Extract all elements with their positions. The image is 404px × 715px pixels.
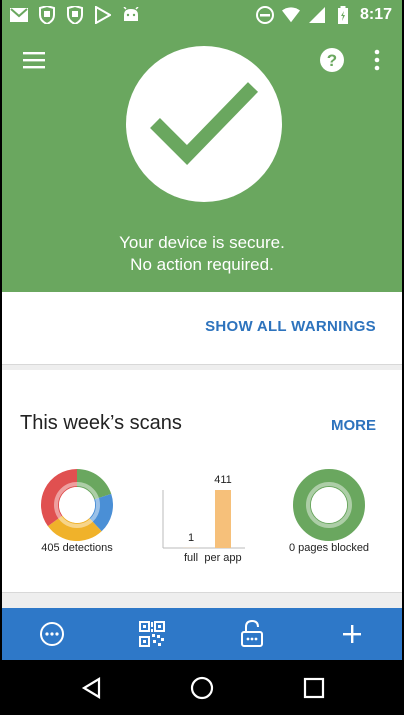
back-icon[interactable] [80, 676, 104, 700]
chat-icon[interactable] [38, 620, 66, 648]
more-button[interactable]: MORE [331, 417, 376, 434]
svg-text:?: ? [327, 51, 337, 70]
play-store-icon [94, 6, 112, 24]
pages-blocked-donut-chart[interactable] [292, 468, 366, 542]
shield-icon [38, 6, 56, 24]
recents-icon[interactable] [302, 676, 326, 700]
pages-blocked-donut-hole [311, 487, 347, 523]
security-status-header: ? Your device is secure. No action requi… [2, 30, 402, 292]
scan-type-bar-chart[interactable]: 1 411 full per app [157, 474, 247, 568]
security-message: Your device is secure. No action require… [2, 232, 402, 276]
detections-donut-chart[interactable] [40, 468, 114, 542]
overflow-menu-icon[interactable] [370, 48, 384, 72]
unlock-icon[interactable] [238, 620, 266, 648]
warnings-card: SHOW ALL WARNINGS [2, 292, 402, 365]
home-icon[interactable] [190, 676, 214, 700]
screen: 8:17 ? Your device is secure. No action … [2, 0, 402, 715]
menu-icon[interactable] [20, 48, 48, 72]
system-status-icons: 8:17 [255, 6, 392, 24]
shield-icon [66, 6, 84, 24]
security-message-line2: No action required. [130, 255, 274, 274]
system-navigation-bar [2, 660, 402, 715]
bar-value-full: 1 [187, 531, 195, 544]
help-icon[interactable]: ? [319, 47, 345, 73]
signal-icon [308, 6, 326, 24]
wifi-icon [281, 6, 300, 24]
bar-per-app [215, 490, 231, 548]
battery-icon [334, 6, 352, 24]
qr-code-icon[interactable] [138, 620, 166, 648]
notification-icons [10, 6, 140, 24]
bar-value-per-app: 411 [214, 474, 232, 486]
gmail-icon [10, 6, 28, 24]
do-not-disturb-icon [255, 6, 274, 24]
status-bar: 8:17 [2, 0, 402, 30]
checkmark-icon [150, 82, 259, 165]
pages-blocked-label: 0 pages blocked [288, 542, 370, 554]
security-message-line1: Your device is secure. [119, 233, 285, 252]
device-frame: 8:17 ? Your device is secure. No action … [0, 0, 404, 715]
detections-label: 405 detections [41, 542, 113, 554]
bar-category-per-app: per app [204, 552, 242, 564]
detections-donut-hole [59, 487, 95, 523]
show-all-warnings-button[interactable]: SHOW ALL WARNINGS [205, 318, 376, 335]
secure-status-badge [126, 46, 282, 202]
card-title: This week’s scans [20, 412, 182, 434]
android-icon [122, 6, 140, 24]
clock: 8:17 [359, 6, 392, 23]
bottom-navigation [2, 608, 402, 660]
weekly-scans-card: This week’s scans MORE 405 detections 1 … [2, 370, 402, 593]
plus-icon[interactable] [338, 620, 366, 648]
